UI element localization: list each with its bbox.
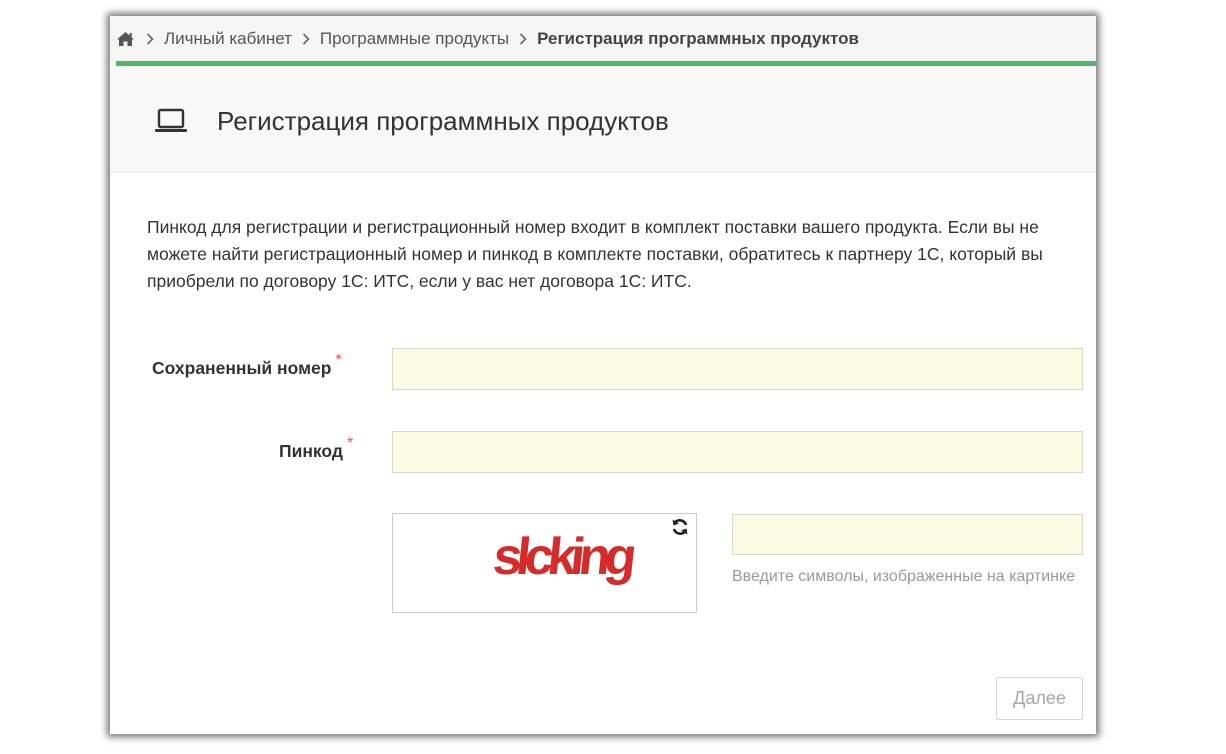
next-button[interactable]: Далее xyxy=(996,677,1083,720)
pincode-label: Пинкод * xyxy=(279,435,353,462)
captcha-image: slcking xyxy=(493,528,637,586)
required-mark: * xyxy=(347,435,354,452)
saved-number-input[interactable] xyxy=(392,348,1083,390)
intro-text: Пинкод для регистрации и регистрационный… xyxy=(147,217,1043,291)
laptop-icon xyxy=(154,108,188,139)
saved-number-label-text: Сохраненный номер xyxy=(152,358,332,378)
chevron-right-icon xyxy=(302,32,310,45)
saved-number-label: Сохраненный номер * xyxy=(152,352,342,379)
breadcrumb: Личный кабинет Программные продукты Реги… xyxy=(110,16,1096,61)
required-mark: * xyxy=(335,352,342,369)
refresh-icon[interactable] xyxy=(670,517,690,542)
registration-window: Личный кабинет Программные продукты Реги… xyxy=(110,16,1096,734)
pincode-label-text: Пинкод xyxy=(279,441,344,461)
captcha-text: slcking xyxy=(493,528,637,586)
page-title: Регистрация программных продуктов xyxy=(217,106,669,136)
breadcrumb-current: Регистрация программных продуктов xyxy=(537,28,859,48)
captcha-input[interactable] xyxy=(732,514,1083,555)
panel-header: Регистрация программных продуктов xyxy=(110,66,1096,173)
pincode-input[interactable] xyxy=(392,431,1083,473)
captcha-hint: Введите символы, изображенные на картинк… xyxy=(732,568,1076,585)
breadcrumb-personal-account[interactable]: Личный кабинет xyxy=(164,29,292,49)
breadcrumb-software-products[interactable]: Программные продукты xyxy=(320,29,509,49)
captcha-image-box: slcking xyxy=(392,513,697,613)
home-icon[interactable] xyxy=(116,30,136,48)
chevron-right-icon xyxy=(519,32,527,45)
chevron-right-icon xyxy=(146,32,154,45)
